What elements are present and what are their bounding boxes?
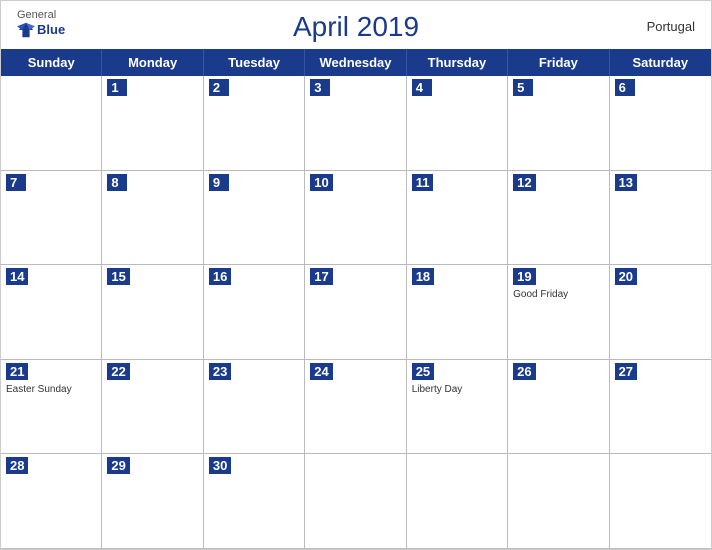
event-text: Easter Sunday <box>6 384 96 395</box>
calendar-cell: 23 <box>204 360 305 455</box>
date-number: 27 <box>615 363 637 380</box>
calendar-cell <box>407 454 508 549</box>
date-number: 30 <box>209 457 231 474</box>
date-number: 26 <box>513 363 535 380</box>
event-text: Good Friday <box>513 289 603 300</box>
date-number: 20 <box>615 268 637 285</box>
calendar-cell: 7 <box>1 171 102 266</box>
logo-blue: Blue <box>17 21 65 39</box>
calendar-cell: 10 <box>305 171 406 266</box>
date-number: 13 <box>615 174 637 191</box>
calendar-cell: 30 <box>204 454 305 549</box>
date-number: 9 <box>209 174 229 191</box>
calendar-cell: 18 <box>407 265 508 360</box>
calendar-cell: 8 <box>102 171 203 266</box>
date-number: 2 <box>209 79 229 96</box>
day-headers-row: Sunday Monday Tuesday Wednesday Thursday… <box>1 49 711 76</box>
calendar-cell: 21 Easter Sunday <box>1 360 102 455</box>
calendar-cell: 5 <box>508 76 609 171</box>
calendar-cell: 6 <box>610 76 711 171</box>
date-number: 23 <box>209 363 231 380</box>
logo-bird-icon <box>17 21 35 39</box>
date-number: 21 <box>6 363 28 380</box>
calendar-cell <box>305 454 406 549</box>
calendar-grid: 12345678910111213141516171819Good Friday… <box>1 76 711 549</box>
date-number: 15 <box>107 268 129 285</box>
day-header-wednesday: Wednesday <box>305 49 406 76</box>
calendar-cell: 4 <box>407 76 508 171</box>
date-number: 28 <box>6 457 28 474</box>
calendar-cell: 12 <box>508 171 609 266</box>
date-number: 25 <box>412 363 434 380</box>
date-number: 6 <box>615 79 635 96</box>
logo-general: General <box>17 9 56 21</box>
calendar-cell: 3 <box>305 76 406 171</box>
date-number: 19 <box>513 268 535 285</box>
date-number: 29 <box>107 457 129 474</box>
calendar-cell: 1 <box>102 76 203 171</box>
date-number: 16 <box>209 268 231 285</box>
calendar-cell: 9 <box>204 171 305 266</box>
date-number: 3 <box>310 79 330 96</box>
date-number: 14 <box>6 268 28 285</box>
day-header-saturday: Saturday <box>610 49 711 76</box>
day-header-tuesday: Tuesday <box>204 49 305 76</box>
date-number: 12 <box>513 174 535 191</box>
calendar-cell <box>508 454 609 549</box>
calendar-cell: 28 <box>1 454 102 549</box>
calendar-container: General Blue April 2019 Portugal Sunday … <box>0 0 712 550</box>
calendar-cell: 24 <box>305 360 406 455</box>
calendar-cell: 15 <box>102 265 203 360</box>
calendar-cell: 16 <box>204 265 305 360</box>
calendar-country: Portugal <box>647 19 695 34</box>
calendar-cell: 11 <box>407 171 508 266</box>
calendar-cell: 20 <box>610 265 711 360</box>
calendar-header: General Blue April 2019 Portugal <box>1 1 711 49</box>
date-number: 7 <box>6 174 26 191</box>
calendar-cell: 19 Good Friday <box>508 265 609 360</box>
calendar-cell: 29 <box>102 454 203 549</box>
date-number: 10 <box>310 174 332 191</box>
date-number: 17 <box>310 268 332 285</box>
calendar-cell: 17 <box>305 265 406 360</box>
calendar-cell <box>610 454 711 549</box>
day-header-monday: Monday <box>102 49 203 76</box>
calendar-cell: 27 <box>610 360 711 455</box>
date-number: 4 <box>412 79 432 96</box>
calendar-cell: 13 <box>610 171 711 266</box>
calendar-cell: 22 <box>102 360 203 455</box>
calendar-cell: 26 <box>508 360 609 455</box>
calendar-cell: 14 <box>1 265 102 360</box>
calendar-title: April 2019 <box>293 11 419 43</box>
date-number: 24 <box>310 363 332 380</box>
day-header-thursday: Thursday <box>407 49 508 76</box>
day-header-sunday: Sunday <box>1 49 102 76</box>
date-number: 8 <box>107 174 127 191</box>
day-header-friday: Friday <box>508 49 609 76</box>
date-number: 22 <box>107 363 129 380</box>
calendar-cell <box>1 76 102 171</box>
date-number: 18 <box>412 268 434 285</box>
calendar-cell: 25 Liberty Day <box>407 360 508 455</box>
date-number: 5 <box>513 79 533 96</box>
event-text: Liberty Day <box>412 384 502 395</box>
calendar-cell: 2 <box>204 76 305 171</box>
logo: General Blue <box>17 9 65 39</box>
date-number: 1 <box>107 79 127 96</box>
date-number: 11 <box>412 174 434 191</box>
